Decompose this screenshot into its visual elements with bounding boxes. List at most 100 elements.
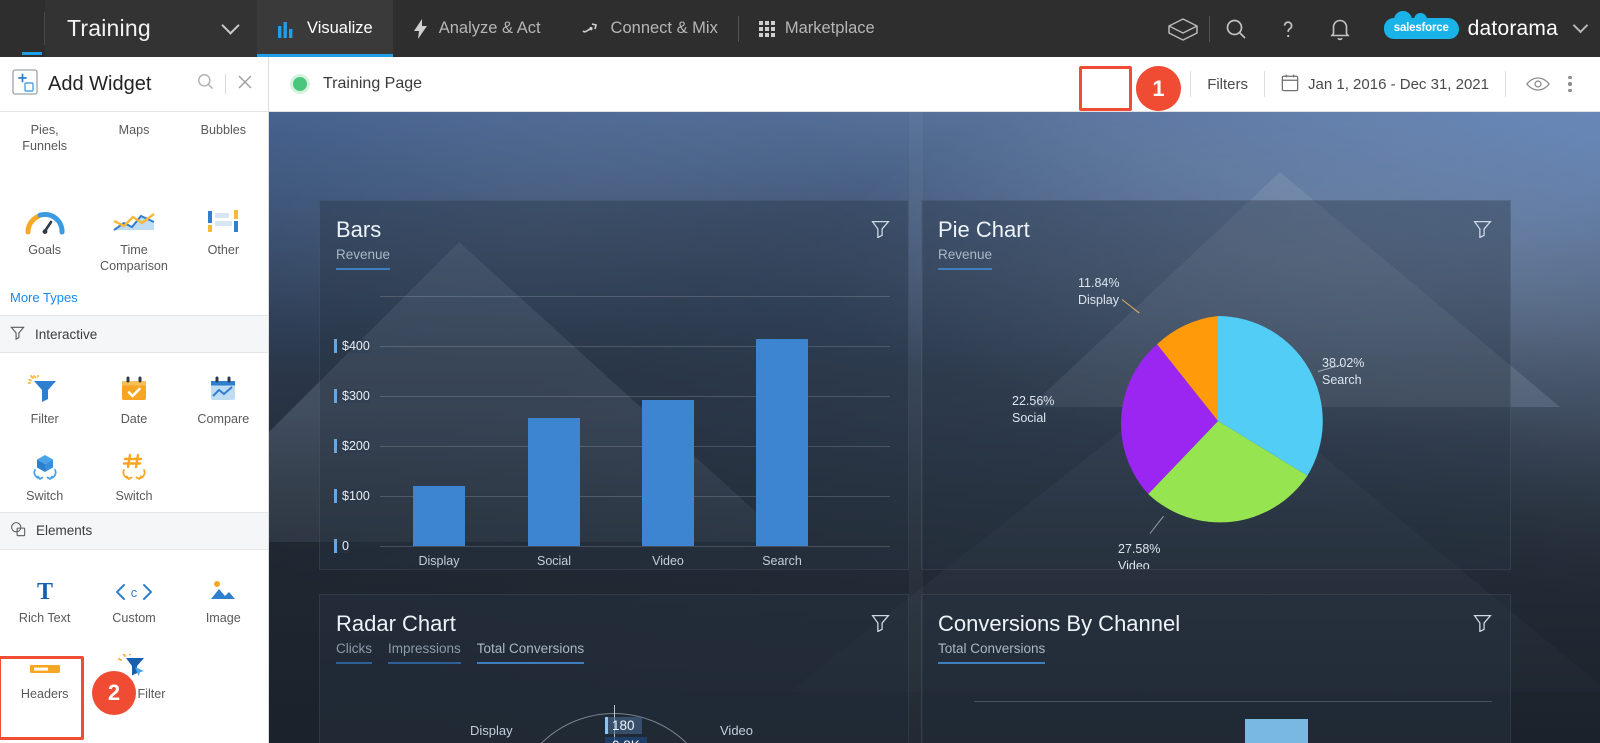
app-root: Training Visualize Analyze & Act Connect… <box>0 0 1600 743</box>
top-navigation-bar: Training Visualize Analyze & Act Connect… <box>0 0 1600 57</box>
tile-bubbles[interactable]: Bubbles <box>179 112 268 162</box>
metric-tab-revenue[interactable]: Revenue <box>938 247 993 270</box>
svg-text:T: T <box>37 579 53 604</box>
salesforce-cloud-logo: salesforce <box>1383 11 1459 39</box>
tile-time-comparison[interactable]: Time Comparison <box>89 190 178 282</box>
search-icon[interactable] <box>196 72 215 96</box>
funnel-icon[interactable] <box>1473 219 1492 243</box>
pie-value-display: 11.84% <box>1078 276 1120 290</box>
divider <box>225 74 226 94</box>
bars-chart-plot: $400 $300 $200 $100 0 Display Social Vid… <box>320 291 908 569</box>
box-icon[interactable] <box>1157 0 1209 57</box>
tile-label: Other <box>207 243 240 258</box>
radar-value-180: 180 <box>605 717 642 734</box>
other-icon <box>206 200 240 236</box>
date-range-picker[interactable]: Jan 1, 2016 - Dec 31, 2021 <box>1281 73 1489 96</box>
panel-header-actions <box>196 72 254 96</box>
funnel-icon[interactable] <box>1473 613 1492 637</box>
date-range-label: Jan 1, 2016 - Dec 31, 2021 <box>1308 75 1489 93</box>
bar-first-channel[interactable] <box>1245 719 1308 743</box>
nav-tab-marketplace[interactable]: Marketplace <box>739 0 895 57</box>
metric-tab-total-conversions[interactable]: Total Conversions <box>938 641 1046 664</box>
widget-metrics: Revenue <box>922 243 1510 270</box>
metric-tab-revenue[interactable]: Revenue <box>336 247 391 270</box>
nav-tab-visualize[interactable]: Visualize <box>257 0 393 57</box>
measurement-switch-icon <box>117 446 151 482</box>
metric-tab-clicks[interactable]: Clicks <box>336 641 372 664</box>
tile-compare[interactable]: Compare <box>179 359 268 435</box>
tile-label: Headers <box>20 686 69 701</box>
funnel-icon[interactable] <box>871 219 890 243</box>
tile-label: Date <box>120 412 148 427</box>
tile-image[interactable]: Image <box>179 558 268 634</box>
chevron-down-icon[interactable] <box>1572 17 1589 34</box>
dashboard-page-header: Training Page + Filters Jan 1, 2016 - De… <box>269 57 1600 112</box>
salesforce-wordmark: salesforce <box>1393 22 1449 34</box>
widget-title: Radar Chart <box>336 611 456 636</box>
pie-chart-graphic[interactable] <box>1108 311 1328 531</box>
widget-title: Pie Chart <box>938 217 1030 242</box>
tile-label: Maps <box>118 123 150 137</box>
tile-filter[interactable]: Filter <box>0 359 89 435</box>
bar-search[interactable] <box>756 339 808 546</box>
elements-tiles-row-1: T Rich Text c Custom Image <box>0 558 268 634</box>
nav-tab-analyze-act[interactable]: Analyze & Act <box>393 0 561 57</box>
filters-button[interactable]: Filters <box>1207 76 1248 93</box>
tile-custom[interactable]: c Custom <box>89 558 178 634</box>
radar-axis-label-video: Video <box>720 723 754 738</box>
widget-bars[interactable]: Bars Revenue $400 $300 $200 $100 0 Displ… <box>319 200 909 570</box>
hamburger-menu-icon[interactable] <box>0 0 44 57</box>
add-widget-icon <box>12 68 38 100</box>
bar-display[interactable] <box>413 486 465 546</box>
panel-title: Add Widget <box>48 72 152 95</box>
x-axis-label: Social <box>536 554 572 568</box>
metric-tab-total-conversions[interactable]: Total Conversions <box>476 641 585 664</box>
tile-label: Goals <box>28 243 62 258</box>
widget-conversions-by-channel[interactable]: Conversions By Channel Total Conversions <box>921 594 1511 743</box>
help-icon[interactable] <box>1262 0 1314 57</box>
tile-dimension-switch[interactable]: Switch <box>0 436 89 512</box>
radar-axis-label-display: Display <box>470 723 513 738</box>
pie-label-social: 22.56% Social <box>1012 393 1054 427</box>
tile-goals[interactable]: Goals <box>0 190 89 282</box>
brand-logo[interactable]: salesforce datorama <box>1366 11 1589 41</box>
tile-label: Rich Text <box>18 610 71 625</box>
calendar-widget-icon <box>119 369 149 405</box>
bell-icon[interactable] <box>1314 0 1366 57</box>
grid-icon <box>758 20 775 37</box>
pie-label-display: 11.84% Display <box>1078 275 1119 309</box>
more-types-link[interactable]: More Types <box>0 282 268 315</box>
tile-headers[interactable]: Headers <box>0 634 89 710</box>
filters-label: Filters <box>1207 75 1249 93</box>
dashboard-canvas: Bars Revenue $400 $300 $200 $100 0 Displ… <box>269 112 1600 743</box>
tile-measurement-switch[interactable]: Switch <box>89 436 178 512</box>
gridline <box>974 701 1492 702</box>
eye-icon[interactable] <box>1522 68 1554 100</box>
tile-other[interactable]: Other <box>179 190 268 282</box>
tile-label-line2: Comparison <box>100 259 168 274</box>
tile-pies-funnels[interactable]: Pies, Funnels <box>0 112 89 162</box>
metric-tab-impressions[interactable]: Impressions <box>388 641 461 664</box>
tile-label: Compare <box>197 412 250 427</box>
search-icon[interactable] <box>1210 0 1262 57</box>
close-icon[interactable] <box>236 73 254 96</box>
top-nav-right-group: salesforce datorama <box>1157 0 1600 57</box>
tile-label: Image <box>205 610 241 625</box>
interactive-tiles-row-2: Switch Switch <box>0 436 268 512</box>
x-axis-label: Display <box>418 554 460 568</box>
widget-pie-chart[interactable]: Pie Chart Revenue 38.02% Search 27.58% V… <box>921 200 1511 570</box>
workspace-selector[interactable]: Training <box>45 0 257 57</box>
tile-rich-text[interactable]: T Rich Text <box>0 558 89 634</box>
bar-video[interactable] <box>642 400 694 546</box>
tile-maps[interactable]: Maps <box>89 112 178 162</box>
image-icon <box>208 568 238 604</box>
funnel-icon[interactable] <box>871 613 890 637</box>
tile-label-line2: Funnels <box>22 139 68 154</box>
bar-social[interactable] <box>528 418 580 546</box>
tile-label: Switch <box>26 488 64 503</box>
tile-date[interactable]: Date <box>89 359 178 435</box>
widget-radar-chart[interactable]: Radar Chart Clicks Impressions Total Con… <box>319 594 909 743</box>
kebab-menu-icon[interactable] <box>1554 68 1586 100</box>
nav-tab-connect-mix[interactable]: Connect & Mix <box>561 0 738 57</box>
section-header-interactive: Interactive <box>0 315 268 354</box>
